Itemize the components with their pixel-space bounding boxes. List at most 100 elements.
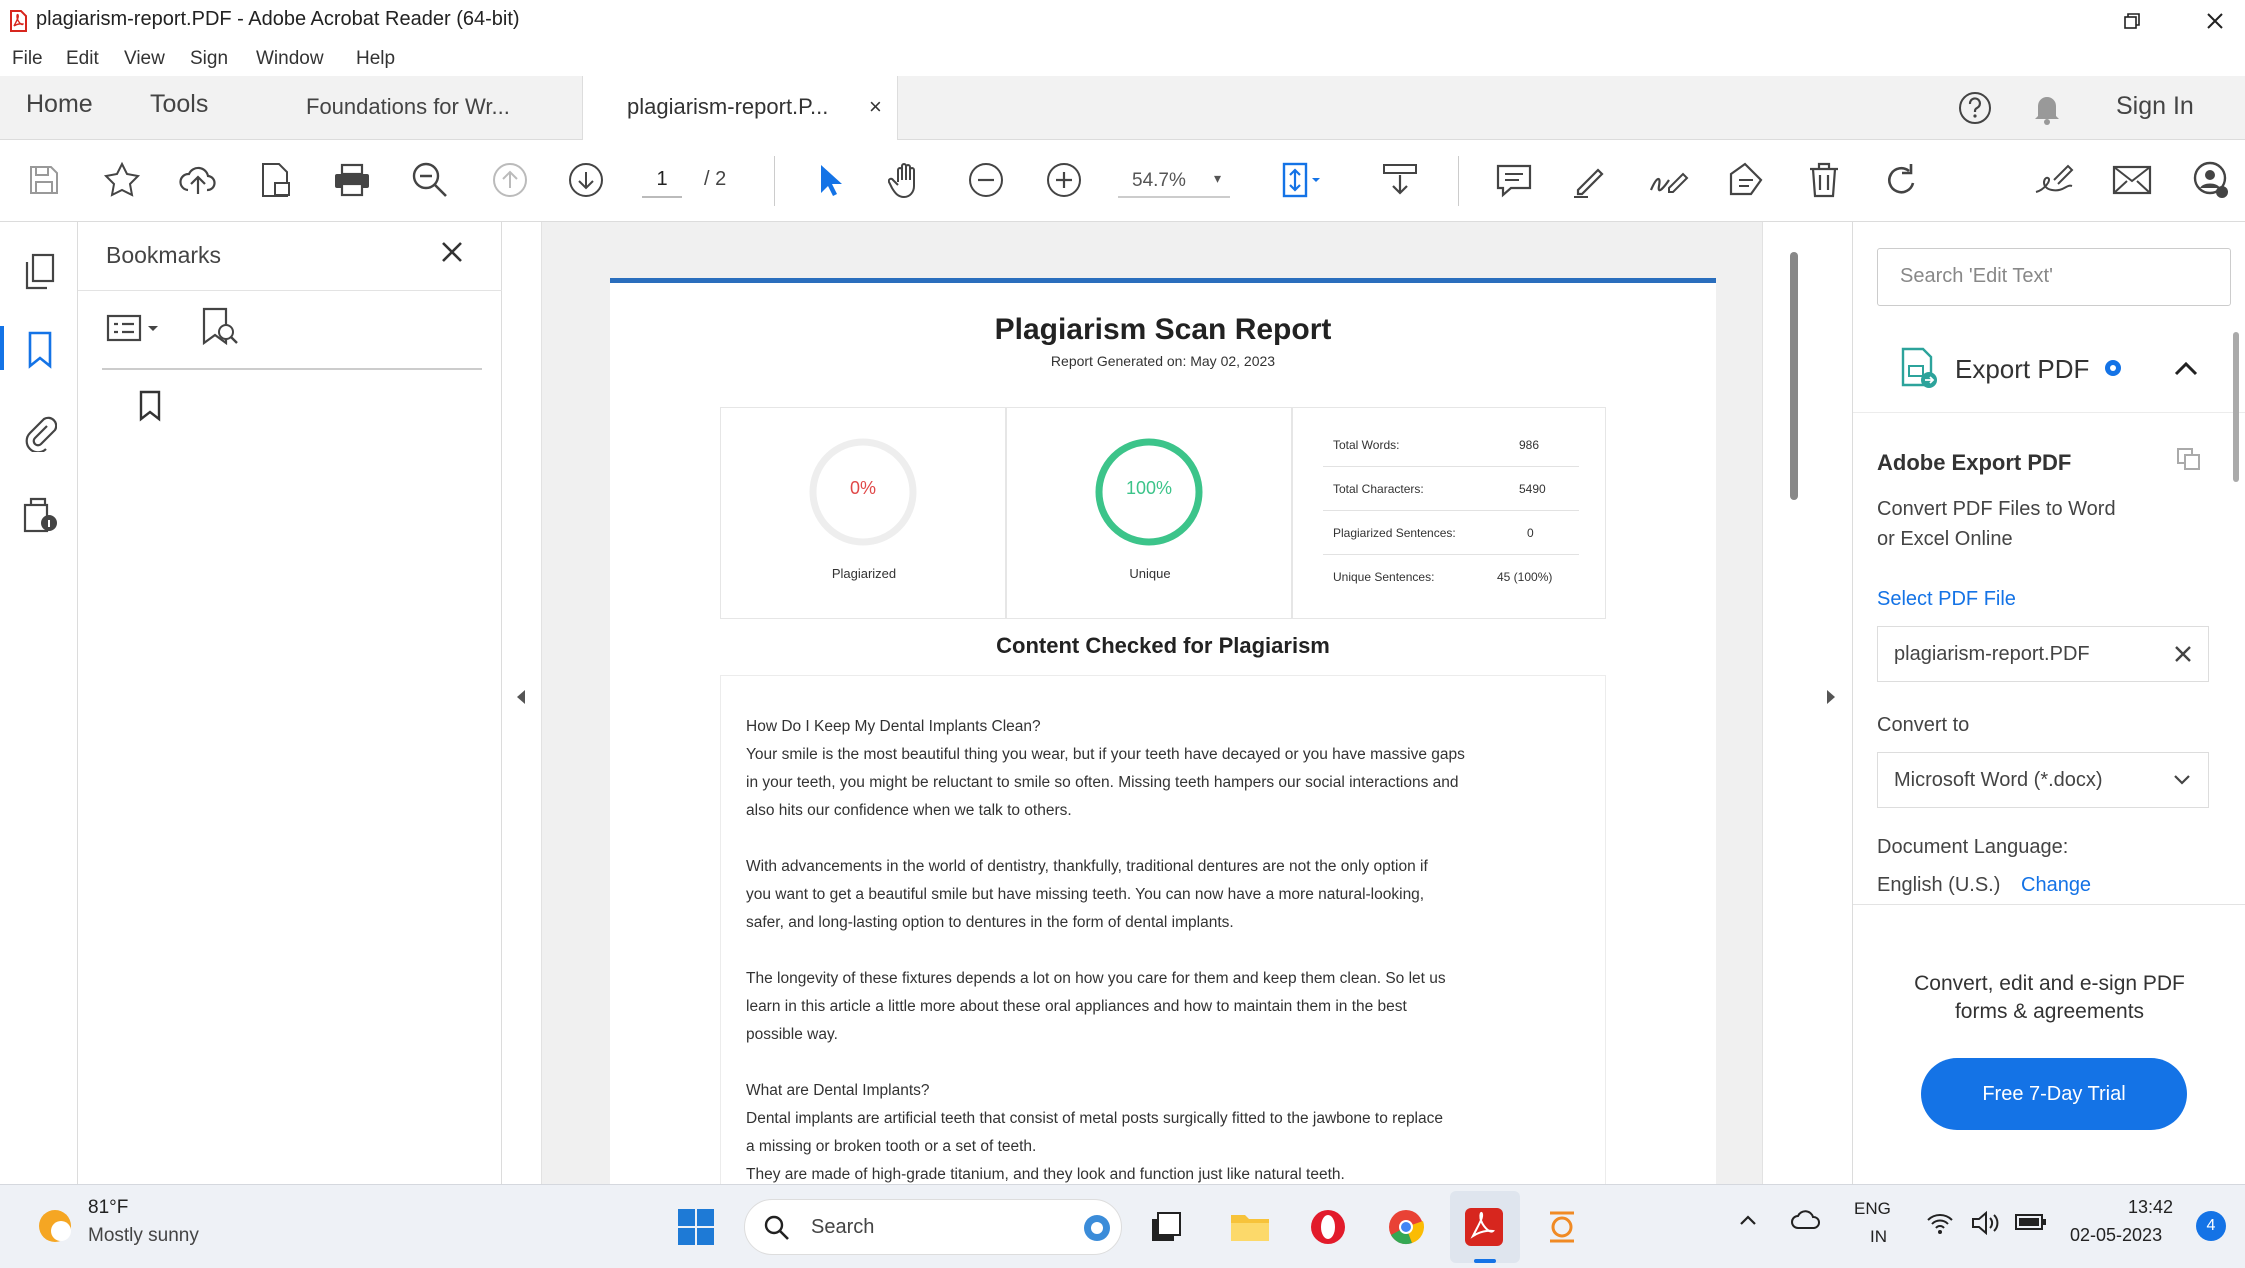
free-trial-button[interactable]: Free 7-Day Trial xyxy=(1921,1058,2187,1130)
attachments-icon[interactable] xyxy=(18,410,62,454)
page-number-input[interactable]: 1 xyxy=(642,164,682,198)
start-windows-icon[interactable] xyxy=(668,1199,724,1255)
file-name: plagiarism-report.PDF xyxy=(1894,643,2090,665)
collapse-left-arrow-icon[interactable] xyxy=(514,688,528,706)
wifi-icon[interactable] xyxy=(1926,1211,1954,1235)
document-info-icon[interactable] xyxy=(18,492,62,536)
show-hidden-icons-chevron[interactable] xyxy=(1738,1213,1758,1227)
delete-icon[interactable] xyxy=(1800,156,1848,204)
restore-window-icon[interactable] xyxy=(2112,6,2152,36)
share-user-icon[interactable] xyxy=(2186,156,2234,204)
vertical-scrollbar[interactable] xyxy=(1790,252,1798,500)
copy-link-icon[interactable] xyxy=(2175,446,2203,472)
sign-in-link[interactable]: Sign In xyxy=(2116,92,2194,121)
chrome-browser-icon[interactable] xyxy=(1378,1199,1434,1255)
volume-icon[interactable] xyxy=(1970,1211,2000,1235)
task-view-icon[interactable] xyxy=(1138,1199,1194,1255)
select-cursor-icon[interactable] xyxy=(806,156,854,204)
bookmarks-icon[interactable] xyxy=(18,328,62,372)
change-language-link[interactable]: Change xyxy=(2021,874,2091,897)
bookmark-options-icon[interactable] xyxy=(106,310,166,346)
export-pdf-title[interactable]: Export PDF xyxy=(1955,354,2089,385)
search-edit-text-input[interactable]: Search 'Edit Text' xyxy=(1877,248,2231,306)
left-navigation-rail xyxy=(0,222,78,1184)
tab-close-icon[interactable]: × xyxy=(869,94,882,120)
panel-scrollbar[interactable] xyxy=(2233,332,2239,482)
stat-label: Unique Sentences: xyxy=(1333,570,1435,584)
plagiarized-label: Plagiarized xyxy=(831,566,897,581)
comment-icon[interactable] xyxy=(1490,156,1538,204)
pdf-page: Plagiarism Scan Report Report Generated … xyxy=(610,278,1716,1205)
create-pdf-icon[interactable] xyxy=(252,156,300,204)
stat-label: Plagiarized Sentences: xyxy=(1333,526,1456,540)
battery-icon[interactable] xyxy=(2014,1211,2048,1233)
highlight-pen-icon[interactable] xyxy=(1566,156,1614,204)
zoom-in-icon[interactable] xyxy=(1040,156,1088,204)
clock-time[interactable]: 13:42 xyxy=(2128,1197,2173,1218)
close-window-icon[interactable] xyxy=(2195,6,2235,36)
select-pdf-file-link[interactable]: Select PDF File xyxy=(1877,588,2016,611)
rotate-icon[interactable] xyxy=(1878,156,1926,204)
acrobat-taskbar-icon[interactable] xyxy=(1456,1199,1512,1255)
print-icon[interactable] xyxy=(328,156,376,204)
draw-sign-icon[interactable] xyxy=(1644,156,1692,204)
menu-window[interactable]: Window xyxy=(256,48,324,70)
fill-sign-icon[interactable] xyxy=(2030,156,2078,204)
unique-card: 100% Unique xyxy=(1006,407,1292,619)
help-icon[interactable] xyxy=(1957,90,1993,126)
weather-desc[interactable]: Mostly sunny xyxy=(88,1225,199,1247)
upload-cloud-icon[interactable] xyxy=(174,156,222,204)
clock-date[interactable]: 02-05-2023 xyxy=(2070,1225,2162,1246)
notification-badge[interactable]: 4 xyxy=(2196,1211,2226,1241)
find-zoom-icon[interactable] xyxy=(406,156,454,204)
active-indicator xyxy=(0,326,4,370)
menu-help[interactable]: Help xyxy=(356,48,395,70)
stamp-icon[interactable] xyxy=(1722,156,1770,204)
zoom-value: 54.7% xyxy=(1132,170,1186,191)
weather-temp[interactable]: 81°F xyxy=(88,1197,128,1219)
collapse-chevron-icon[interactable] xyxy=(2173,360,2199,378)
file-explorer-icon[interactable] xyxy=(1222,1199,1278,1255)
bookmark-star-icon[interactable] xyxy=(98,156,146,204)
previous-page-icon[interactable] xyxy=(486,156,534,204)
title-bar: plagiarism-report.PDF - Adobe Acrobat Re… xyxy=(0,0,2245,42)
plagiarized-card: 0% Plagiarized xyxy=(720,407,1006,619)
remove-file-icon[interactable] xyxy=(2172,643,2194,665)
search-placeholder: Search 'Edit Text' xyxy=(1900,265,2053,287)
email-icon[interactable] xyxy=(2108,156,2156,204)
hand-tool-icon[interactable] xyxy=(884,156,932,204)
collapse-right-arrow-icon[interactable] xyxy=(1824,688,1838,706)
close-panel-icon[interactable] xyxy=(438,238,466,266)
document-language-label: Document Language: xyxy=(1877,836,2069,858)
zoom-out-icon[interactable] xyxy=(962,156,1010,204)
menu-sign[interactable]: Sign xyxy=(190,48,228,70)
tab-document-plagiarism[interactable]: plagiarism-report.P... × xyxy=(582,76,898,140)
add-bookmark-icon[interactable] xyxy=(200,306,240,348)
menu-file[interactable]: File xyxy=(12,48,43,70)
tab-document-foundations[interactable]: Foundations for Wr... xyxy=(306,94,510,120)
app-orange-icon[interactable] xyxy=(1534,1199,1590,1255)
bookmark-item-icon[interactable] xyxy=(138,390,162,422)
zoom-select[interactable]: 54.7% ▾ xyxy=(1118,164,1230,198)
tab-strip: Home Tools Foundations for Wr... plagiar… xyxy=(0,76,2245,140)
next-page-icon[interactable] xyxy=(562,156,610,204)
onedrive-cloud-icon[interactable] xyxy=(1790,1209,1822,1231)
tab-tools[interactable]: Tools xyxy=(150,90,208,119)
page-thumbnails-icon[interactable] xyxy=(18,250,62,294)
weather-sun-icon[interactable] xyxy=(34,1205,76,1247)
acrobat-logo-icon xyxy=(8,10,28,32)
bookmarks-title: Bookmarks xyxy=(106,242,222,268)
notification-bell-icon[interactable] xyxy=(2030,90,2064,126)
tab-home[interactable]: Home xyxy=(26,90,93,119)
taskbar-search-box[interactable]: Search xyxy=(744,1199,1122,1255)
document-viewer[interactable]: Plagiarism Scan Report Report Generated … xyxy=(502,222,1852,1205)
convert-format-select[interactable]: Microsoft Word (*.docx) xyxy=(1877,752,2209,808)
save-icon[interactable] xyxy=(20,156,68,204)
fit-page-icon[interactable] xyxy=(1276,156,1324,204)
opera-browser-icon[interactable] xyxy=(1300,1199,1356,1255)
scroll-mode-icon[interactable] xyxy=(1376,156,1424,204)
input-region[interactable]: IN xyxy=(1870,1227,1887,1247)
menu-view[interactable]: View xyxy=(124,48,165,70)
menu-edit[interactable]: Edit xyxy=(66,48,99,70)
input-language[interactable]: ENG xyxy=(1854,1199,1891,1219)
